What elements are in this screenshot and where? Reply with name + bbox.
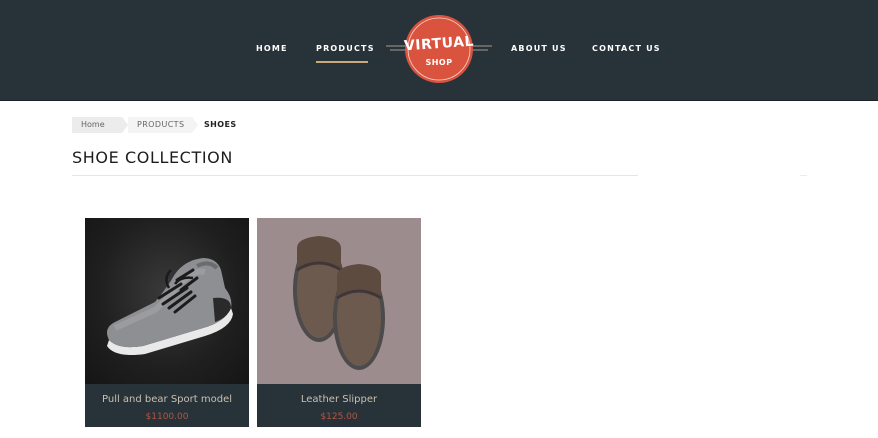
- breadcrumb-home-link[interactable]: Home: [72, 117, 122, 133]
- nav-home-link[interactable]: HOME: [256, 44, 288, 53]
- sneaker-icon: [107, 258, 233, 355]
- product-info: Leather Slipper $125.00: [257, 384, 421, 427]
- virtual-shop-logo[interactable]: VIRTUAL SHOP: [386, 12, 492, 86]
- slippers-icon: [293, 236, 385, 370]
- breadcrumb-products-link[interactable]: PRODUCTS: [128, 117, 192, 133]
- title-divider: [72, 175, 638, 176]
- breadcrumb-current: SHOES: [204, 120, 237, 129]
- site-header: HOME PRODUCTS VIRTUAL SHOP ABOUT US CONT…: [0, 0, 878, 101]
- product-card[interactable]: Leather Slipper $125.00: [257, 218, 421, 427]
- nav-products-link[interactable]: PRODUCTS: [316, 44, 375, 53]
- breadcrumb-separator: [192, 117, 198, 133]
- product-card[interactable]: Pull and bear Sport model $1100.00: [85, 218, 249, 427]
- nav-about-link[interactable]: ABOUT US: [511, 44, 567, 53]
- product-price: $125.00: [320, 412, 358, 422]
- nav-contact-link[interactable]: CONTACT US: [592, 44, 661, 53]
- product-name[interactable]: Leather Slipper: [257, 394, 421, 405]
- product-image[interactable]: [85, 218, 249, 384]
- sidebar-divider: [800, 175, 807, 176]
- active-nav-indicator: [316, 61, 368, 63]
- product-image[interactable]: [257, 218, 421, 384]
- logo-text-shop: SHOP: [425, 58, 453, 67]
- page-title: SHOE COLLECTION: [72, 148, 233, 167]
- product-price: $1100.00: [145, 412, 189, 422]
- product-info: Pull and bear Sport model $1100.00: [85, 384, 249, 427]
- product-name[interactable]: Pull and bear Sport model: [85, 394, 249, 405]
